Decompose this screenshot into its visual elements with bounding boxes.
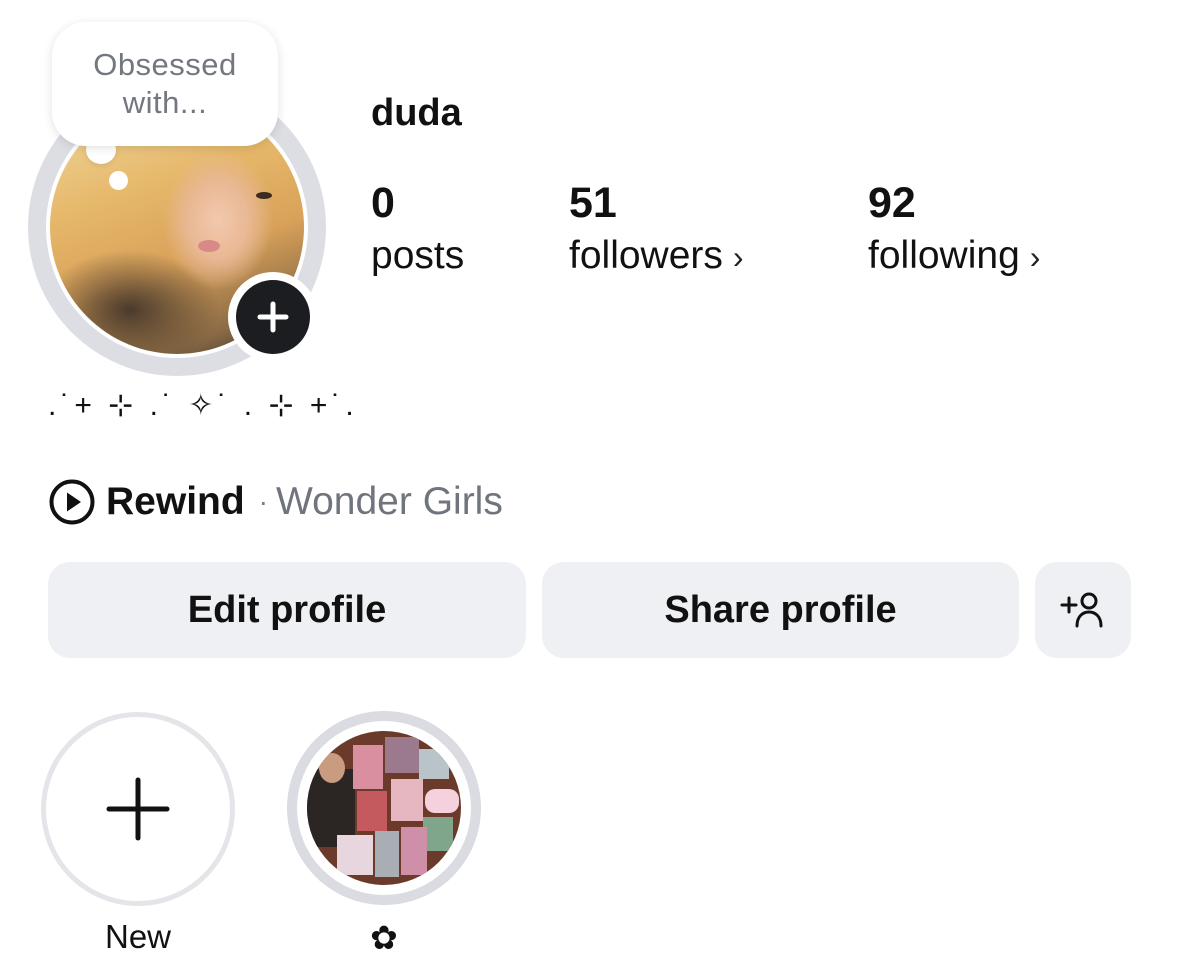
following-stat[interactable]: 92 following › — [868, 178, 1040, 283]
highlight-label-new: New — [104, 918, 172, 955]
profile-music[interactable]: Rewind · Wonder Girls — [48, 478, 503, 526]
posts-count: 0 — [371, 179, 395, 227]
discover-people-button[interactable] — [1035, 562, 1131, 658]
collage-tile — [425, 789, 459, 813]
collage-tile — [375, 831, 399, 877]
collage-tile — [391, 779, 423, 821]
collage-tile — [401, 827, 427, 875]
highlight-label-flower: ✿ — [370, 919, 398, 956]
collage-tile — [357, 791, 387, 831]
followers-label: followers — [569, 234, 723, 277]
add-story-button[interactable] — [228, 272, 318, 362]
song-title: Rewind — [106, 480, 245, 523]
posts-stat: 0 posts — [371, 178, 464, 282]
add-person-icon — [1058, 590, 1108, 630]
plus-icon — [236, 280, 310, 354]
following-label: following — [868, 234, 1020, 277]
note-bubble[interactable]: Obsessed with... — [52, 22, 278, 146]
collage-tile — [337, 835, 373, 875]
play-circle-icon — [48, 478, 96, 526]
following-label-row: following › — [868, 230, 1040, 283]
plus-icon — [106, 777, 170, 841]
following-count: 92 — [868, 179, 916, 227]
new-highlight-button[interactable] — [41, 712, 235, 906]
note-bubble-text: Obsessed with... — [93, 47, 237, 120]
posts-label: posts — [371, 234, 465, 277]
collage-tile — [319, 753, 345, 783]
collage-tile — [419, 749, 449, 779]
followers-label-row: followers › — [569, 230, 744, 283]
bio-text: .˙+ ⊹ .˙ ✧˙ . ⊹ +˙. — [48, 389, 358, 422]
avatar-photo-detail — [256, 192, 272, 199]
collage-tile — [353, 745, 383, 789]
followers-stat[interactable]: 51 followers › — [569, 178, 744, 283]
music-separator: · — [258, 486, 268, 517]
avatar-photo-detail — [198, 240, 220, 252]
song-artist: Wonder Girls — [276, 480, 503, 523]
chevron-right-icon: › — [732, 239, 744, 275]
highlight-ring-inner — [297, 721, 471, 895]
collage-tile — [423, 817, 453, 851]
edit-profile-button[interactable]: Edit profile — [48, 562, 526, 658]
share-profile-button[interactable]: Share profile — [542, 562, 1019, 658]
note-bubble-dot — [109, 171, 128, 190]
chevron-right-icon: › — [1029, 239, 1041, 275]
collage-tile — [385, 737, 419, 773]
highlight-item[interactable] — [287, 711, 481, 905]
username: duda — [371, 92, 462, 134]
followers-count: 51 — [569, 179, 617, 227]
highlight-cover — [307, 731, 461, 885]
